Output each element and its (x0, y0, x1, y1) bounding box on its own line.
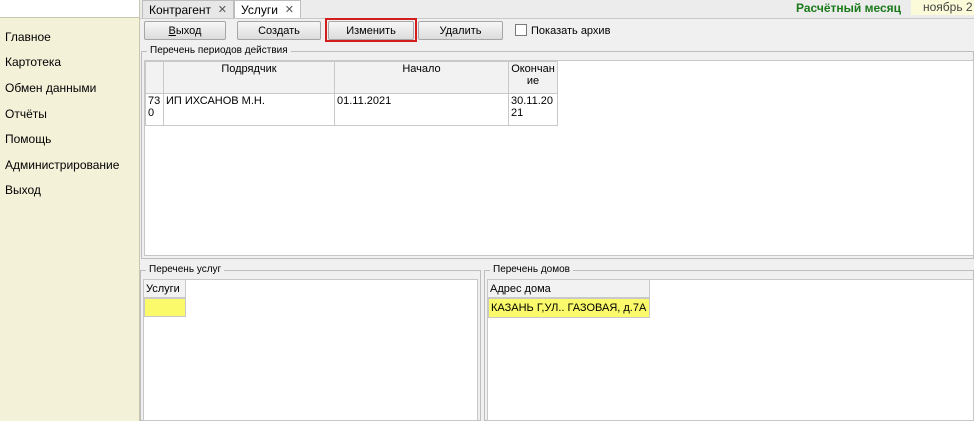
column-header-contractor[interactable]: Подрядчик (163, 61, 335, 94)
column-header-end[interactable]: Окончание (508, 61, 558, 94)
checkbox-box[interactable] (515, 24, 527, 36)
row-number-header (145, 61, 164, 94)
show-archive-label: Показать архив (531, 25, 611, 37)
exit-label: ыход (175, 25, 202, 37)
exit-accel-letter: В (168, 25, 176, 37)
tab-label: Контрагент (149, 3, 212, 17)
sidebar-item-main[interactable]: Главное (5, 30, 51, 44)
create-label: Создать (258, 25, 300, 37)
periods-table-area: Подрядчик Начало Окончание 730 ИП ИХСАНО… (144, 60, 974, 256)
periods-group-title: Перечень периодов действия (147, 45, 291, 56)
tab-bar: Контрагент ✕ Услуги ✕ Расчётный месяц (140, 0, 974, 19)
column-header-house-address[interactable]: Адрес дома (488, 280, 650, 298)
close-icon[interactable]: ✕ (285, 1, 294, 19)
sidebar-item-exit[interactable]: Выход (5, 183, 41, 197)
create-button[interactable]: Создать (237, 21, 321, 40)
sidebar-header (0, 0, 139, 18)
close-icon[interactable]: ✕ (218, 1, 227, 19)
start-date-cell[interactable]: 01.11.2021 (334, 93, 509, 126)
tab-counterparty[interactable]: Контрагент ✕ (142, 0, 234, 18)
tab-label: Услуги (241, 3, 278, 17)
sidebar-item-card-index[interactable]: Картотека (5, 55, 61, 69)
sidebar-item-help[interactable]: Помощь (5, 132, 51, 146)
table-header-row: Подрядчик Начало Окончание (145, 61, 558, 94)
row-id-cell[interactable]: 730 (145, 93, 164, 126)
houses-group-title: Перечень домов (490, 264, 573, 275)
services-table-area: Услуги (143, 279, 478, 421)
houses-table-area: Адрес дома КАЗАНЬ Г,УЛ.. ГАЗОВАЯ, д.7А (487, 279, 974, 421)
services-group-title: Перечень услуг (146, 264, 225, 275)
contractor-cell[interactable]: ИП ИХСАНОВ М.Н. (163, 93, 335, 126)
sidebar-item-administration[interactable]: Администрирование (5, 158, 119, 172)
tab-services[interactable]: Услуги ✕ (234, 0, 301, 18)
delete-button[interactable]: Удалить (418, 21, 503, 40)
column-header-start[interactable]: Начало (334, 61, 509, 94)
sidebar-item-reports[interactable]: Отчёты (5, 107, 47, 121)
sidebar-item-data-exchange[interactable]: Обмен данными (5, 81, 96, 95)
table-row[interactable]: 730 ИП ИХСАНОВ М.Н. 01.11.2021 30.11.202… (145, 93, 558, 126)
highlight-frame (325, 18, 417, 42)
billing-month-label: Расчётный месяц (796, 1, 902, 15)
column-header-services[interactable]: Услуги (144, 280, 186, 298)
services-selected-cell[interactable] (144, 298, 186, 317)
exit-button[interactable]: Выход (144, 21, 226, 40)
end-date-cell[interactable]: 30.11.2021 (508, 93, 558, 126)
show-archive-checkbox[interactable]: Показать архив (515, 24, 610, 37)
periods-table: Подрядчик Начало Окончание 730 ИП ИХСАНО… (145, 61, 558, 126)
billing-month-value: ноябрь 2 (911, 0, 974, 15)
delete-label: Удалить (439, 25, 482, 37)
sidebar: Главное Картотека Обмен данными Отчёты П… (0, 0, 140, 421)
house-address-cell[interactable]: КАЗАНЬ Г,УЛ.. ГАЗОВАЯ, д.7А (488, 298, 650, 318)
